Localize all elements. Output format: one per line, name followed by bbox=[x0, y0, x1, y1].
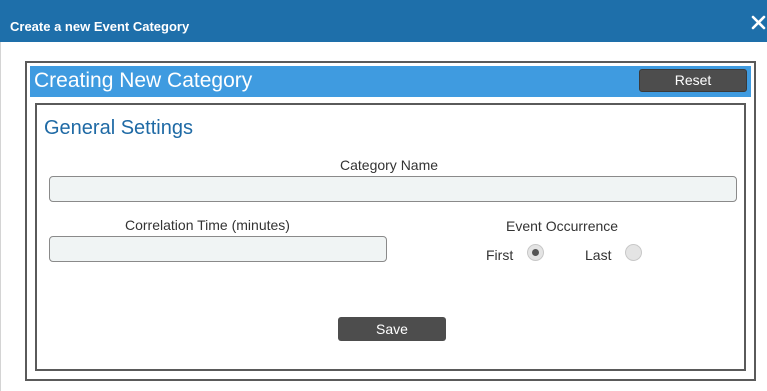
general-settings-section: General Settings Category Name Correlati… bbox=[35, 103, 746, 371]
category-name-label: Category Name bbox=[340, 157, 439, 173]
event-occurrence-label: Event Occurrence bbox=[506, 218, 619, 234]
correlation-time-label: Correlation Time (minutes) bbox=[125, 217, 290, 233]
correlation-time-input[interactable] bbox=[49, 236, 387, 262]
panel-header: Creating New Category Reset bbox=[30, 66, 751, 97]
radio-selected-dot bbox=[532, 249, 539, 256]
occurrence-first-radio[interactable] bbox=[527, 244, 544, 261]
occurrence-first-label: First bbox=[486, 247, 514, 263]
close-icon[interactable] bbox=[750, 14, 767, 31]
occurrence-last-label: Last bbox=[585, 247, 612, 263]
occurrence-last-radio[interactable] bbox=[625, 244, 642, 261]
dialog-title: Create a new Event Category bbox=[10, 19, 190, 34]
section-title: General Settings bbox=[44, 117, 193, 139]
panel-title: Creating New Category bbox=[34, 69, 253, 92]
reset-button[interactable]: Reset bbox=[639, 69, 747, 92]
dialog-titlebar: Create a new Event Category bbox=[0, 0, 767, 42]
category-name-input[interactable] bbox=[49, 176, 737, 202]
category-panel: Creating New Category Reset General Sett… bbox=[25, 61, 756, 381]
save-button[interactable]: Save bbox=[338, 317, 446, 341]
